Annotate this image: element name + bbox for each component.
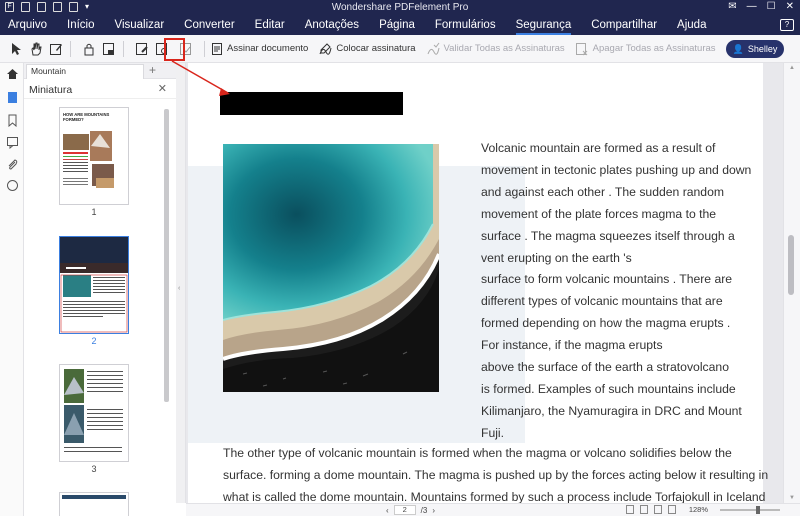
continuous-view-icon[interactable]	[640, 505, 648, 514]
zoom-level: 128%	[688, 505, 708, 514]
fit-width-icon[interactable]	[668, 505, 676, 514]
page-indicator: ‹ 2 /3 ›	[386, 505, 435, 515]
prev-page-icon[interactable]: ‹	[386, 506, 389, 515]
zoom-slider[interactable]	[720, 506, 780, 514]
scroll-down-icon[interactable]: ▼	[789, 495, 795, 501]
two-page-view-icon[interactable]	[654, 505, 662, 514]
page-total: /3	[420, 505, 428, 515]
page-number-input[interactable]: 2	[393, 505, 416, 515]
status-bar: ‹ 2 /3 › 128%	[186, 503, 800, 516]
next-page-icon[interactable]: ›	[432, 506, 435, 515]
scroll-up-icon[interactable]: ▲	[789, 65, 795, 71]
zoom-slider-knob[interactable]	[756, 506, 760, 514]
single-page-view-icon[interactable]	[626, 505, 634, 514]
document-scrollbar[interactable]: ▲ ▼	[783, 63, 800, 503]
annotation-arrow	[171, 60, 230, 96]
scrollbar-thumb[interactable]	[788, 235, 794, 295]
